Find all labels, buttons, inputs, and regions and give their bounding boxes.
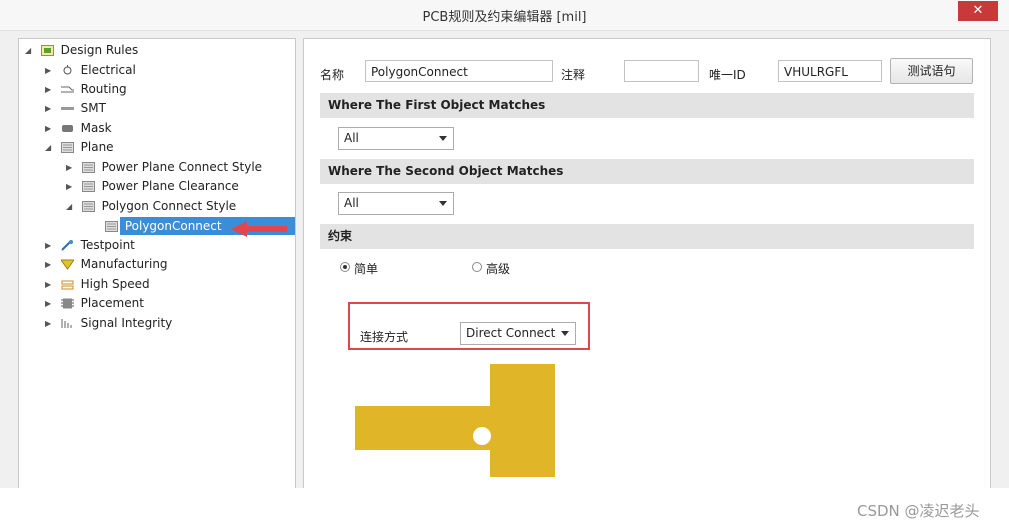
csdn-watermark: CSDN @凌迟老头 — [857, 502, 980, 520]
tree-item-design-rules[interactable]: ◢ Design Rules — [25, 41, 138, 59]
tree-label: PolygonConnect — [124, 219, 222, 233]
tree-label: SMT — [80, 101, 106, 115]
tree-label: Plane — [80, 140, 114, 154]
first-match-value: All — [344, 131, 359, 145]
smt-icon — [60, 107, 74, 110]
connect-style-value: Direct Connect — [466, 326, 556, 340]
high-speed-icon — [61, 280, 74, 290]
routing-icon — [60, 86, 74, 93]
tree-label: Placement — [80, 296, 144, 310]
collapse-arrow-icon[interactable]: ◢ — [66, 198, 76, 216]
tree-label: Power Plane Clearance — [101, 179, 239, 193]
collapse-arrow-icon[interactable]: ◢ — [25, 42, 35, 60]
electrical-icon — [63, 65, 72, 75]
expand-arrow-icon[interactable]: ▶ — [45, 100, 55, 118]
expand-arrow-icon[interactable]: ▶ — [45, 237, 55, 255]
window-title: PCB规则及约束编辑器 [mil] — [422, 10, 587, 25]
tree-item-mask[interactable]: ▶ Mask — [45, 119, 112, 137]
radio-advanced-label: 高级 — [486, 262, 511, 276]
tree-label: Polygon Connect Style — [101, 199, 237, 213]
rule-detail-panel: 名称 PolygonConnect 注释 唯一ID VHULRGFL 测试语句 … — [303, 38, 991, 488]
title-bar: PCB规则及约束编辑器 [mil] ✕ — [0, 0, 1009, 31]
connect-style-label: 连接方式 — [360, 330, 409, 344]
expand-arrow-icon[interactable]: ▶ — [45, 120, 55, 138]
copper-polygon — [355, 364, 555, 477]
rule-icon — [81, 162, 95, 173]
second-match-value: All — [344, 196, 359, 210]
second-match-header: Where The Second Object Matches — [320, 159, 974, 184]
uid-label: 唯一ID — [709, 68, 746, 82]
tree-item-placement[interactable]: ▶ Placement — [45, 294, 144, 312]
tree-label: Power Plane Connect Style — [101, 160, 263, 174]
expand-arrow-icon[interactable]: ▶ — [45, 315, 55, 333]
tree-item-electrical[interactable]: ▶ Electrical — [45, 61, 136, 79]
constraint-header: 约束 — [320, 224, 974, 249]
tree-label: Testpoint — [80, 238, 135, 252]
rule-editor-window: PCB规则及约束编辑器 [mil] ✕ ◢ Design Rules ▶ Ele… — [0, 0, 1009, 488]
radio-advanced[interactable] — [472, 262, 482, 272]
rule-icon — [105, 221, 118, 232]
tree-item-smt[interactable]: ▶ SMT — [45, 99, 106, 117]
testpoint-icon — [61, 240, 73, 251]
first-match-header: Where The First Object Matches — [320, 93, 974, 118]
tree-label: Mask — [80, 121, 112, 135]
expand-arrow-icon[interactable]: ▶ — [45, 62, 55, 80]
comment-field[interactable] — [624, 60, 699, 82]
uid-field[interactable]: VHULRGFL — [778, 60, 882, 82]
manufacturing-icon — [60, 259, 74, 270]
expand-arrow-icon[interactable]: ▶ — [45, 81, 55, 99]
expand-arrow-icon[interactable]: ▶ — [45, 256, 55, 274]
tree-item-testpoint[interactable]: ▶ Testpoint — [45, 236, 135, 254]
second-match-select[interactable]: All — [338, 192, 454, 215]
red-arrow-icon — [231, 221, 287, 237]
tree-item-plane[interactable]: ◢ Plane — [45, 138, 114, 156]
via-pad — [473, 427, 491, 445]
tree-item-power-plane-clearance[interactable]: ▶ Power Plane Clearance — [66, 177, 239, 195]
radio-simple[interactable] — [340, 262, 350, 272]
expand-arrow-icon[interactable]: ▶ — [66, 178, 76, 196]
first-match-select[interactable]: All — [338, 127, 454, 150]
close-button[interactable]: ✕ — [958, 1, 998, 21]
name-field[interactable]: PolygonConnect — [365, 60, 553, 82]
dropdown-arrow-icon — [439, 201, 447, 206]
tree-label: Manufacturing — [80, 257, 168, 271]
tree-item-signal-integrity[interactable]: ▶ Signal Integrity — [45, 314, 172, 332]
dropdown-arrow-icon — [561, 331, 569, 336]
expand-arrow-icon[interactable]: ▶ — [45, 295, 55, 313]
tree-item-routing[interactable]: ▶ Routing — [45, 80, 127, 98]
dropdown-arrow-icon — [439, 136, 447, 141]
radio-simple-label: 简单 — [354, 262, 379, 276]
mask-icon — [61, 125, 73, 132]
connect-style-select[interactable]: Direct Connect — [460, 322, 576, 345]
tree-label: High Speed — [80, 277, 150, 291]
tree-item-polygon-connect-style[interactable]: ◢ Polygon Connect Style — [66, 197, 236, 215]
tree-item-high-speed[interactable]: ▶ High Speed — [45, 275, 150, 293]
test-query-button[interactable]: 测试语句 — [890, 58, 973, 84]
plane-icon — [60, 142, 74, 153]
tree-item-power-plane-connect-style[interactable]: ▶ Power Plane Connect Style — [66, 158, 262, 176]
direct-connect-preview — [355, 364, 555, 477]
tree-label: Routing — [80, 82, 127, 96]
signal-integrity-icon — [61, 319, 72, 328]
placement-icon — [60, 298, 74, 309]
tree-label: Electrical — [80, 63, 136, 77]
rule-icon — [81, 201, 95, 212]
comment-label: 注释 — [561, 68, 586, 82]
name-label: 名称 — [320, 68, 345, 82]
collapse-arrow-icon[interactable]: ◢ — [45, 139, 55, 157]
expand-arrow-icon[interactable]: ▶ — [66, 159, 76, 177]
rules-tree[interactable]: ◢ Design Rules ▶ Electrical ▶ Routing ▶ … — [18, 38, 296, 488]
tree-item-polygonconnect[interactable]: PolygonConnect — [103, 217, 222, 235]
expand-arrow-icon[interactable]: ▶ — [45, 276, 55, 294]
design-rules-icon — [40, 45, 54, 56]
tree-label: Design Rules — [60, 43, 139, 57]
tree-label: Signal Integrity — [80, 316, 173, 330]
rule-icon — [81, 181, 95, 192]
tree-item-manufacturing[interactable]: ▶ Manufacturing — [45, 255, 168, 273]
